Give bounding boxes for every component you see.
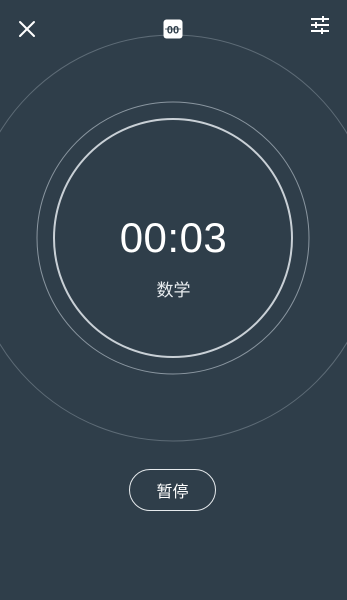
settings-button[interactable] bbox=[304, 9, 336, 41]
timer-display: 00:03 bbox=[119, 214, 228, 261]
timer-mode-button[interactable]: 00 bbox=[157, 13, 189, 45]
pause-button[interactable]: 暂停 bbox=[129, 469, 216, 511]
sliders-icon bbox=[311, 16, 329, 34]
subject-label: 数学 bbox=[156, 281, 191, 300]
focus-timer-screen: 00 00:03 数学 暂停 bbox=[0, 0, 347, 600]
top-bar: 00 bbox=[0, 0, 347, 56]
close-icon bbox=[19, 21, 35, 37]
timer-mode-icon-text: 00 bbox=[167, 25, 179, 37]
timer-mode-icon: 00 bbox=[163, 19, 183, 39]
close-button[interactable] bbox=[11, 13, 43, 45]
